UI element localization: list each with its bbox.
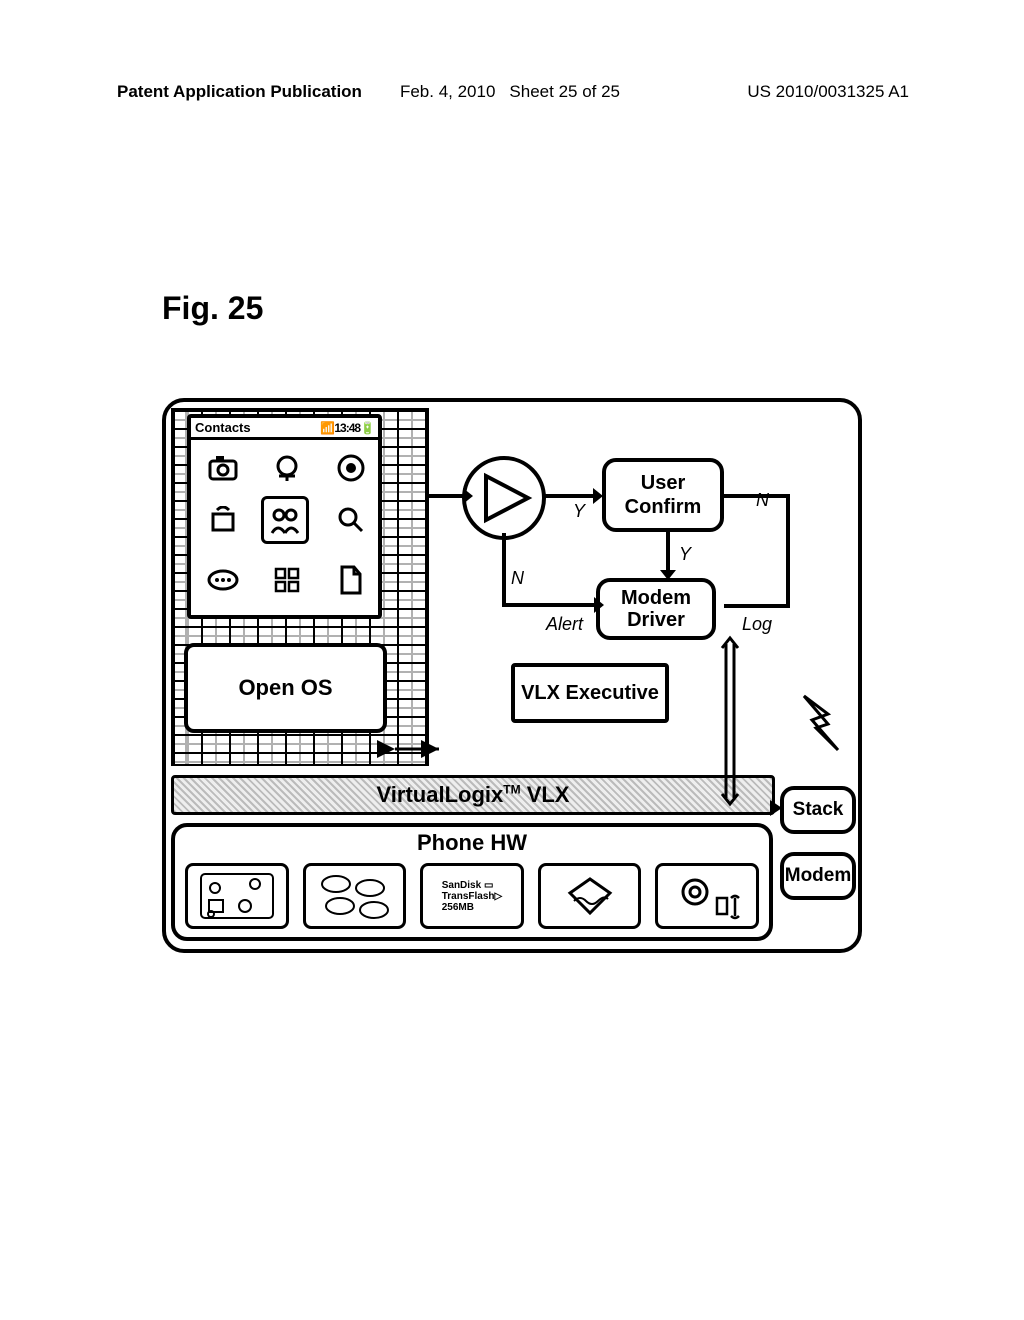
edge-log: Log [742, 614, 772, 635]
sheet-label: Sheet 25 of 25 [509, 82, 620, 102]
hw-keypad-icon [303, 863, 407, 929]
hw-camera-lens-icon [655, 863, 759, 929]
decision-triangle-icon [462, 456, 546, 540]
contacts-icon [261, 496, 309, 544]
phone-hw-title: Phone HW [175, 830, 769, 856]
modem-label: Modem [785, 865, 852, 887]
vlx-executive-label: VLX Executive [521, 682, 659, 704]
patent-number: US 2010/0031325 A1 [747, 82, 909, 102]
edge-alert: Alert [546, 614, 583, 635]
user-confirm-box: User Confirm [602, 458, 724, 532]
wireless-lightning-icon [798, 694, 844, 754]
figure-number: Fig. 25 [162, 290, 263, 327]
modem-driver-label: Modem Driver [600, 587, 712, 631]
edge-N-amp: N [511, 568, 524, 589]
modem-driver-box: Modem Driver [596, 578, 716, 640]
apps-grid-icon [269, 562, 305, 598]
date-label: Feb. 4, 2010 [400, 82, 495, 102]
arrow-modemdriver-to-stack-icon [718, 638, 742, 806]
hw-chip-icon [538, 863, 642, 929]
hw-sandisk-icon: SanDisk ▭ TransFlash▷ 256MB [420, 863, 524, 929]
vlx-text: VirtualLogixTM VLX [377, 782, 570, 808]
page-header: Patent Application Publication Feb. 4, 2… [0, 82, 1024, 102]
puzzle-icon [205, 502, 241, 538]
status-bar: Contacts 📶13:48🔋 [191, 418, 378, 440]
vlx-executive-box: VLX Executive [511, 663, 669, 723]
arrow-vlx-to-stack-icon [770, 798, 786, 818]
open-os-box: Open OS [184, 643, 387, 733]
camera-icon [205, 450, 241, 486]
publication-label: Patent Application Publication [117, 82, 362, 102]
app-icon-grid [191, 440, 378, 617]
radio-icon [205, 562, 241, 598]
open-os-label: Open OS [238, 675, 332, 701]
globe-icon [269, 450, 305, 486]
modem-box: Modem [780, 852, 856, 900]
openos-vlxexec-arrow-icon [387, 738, 447, 760]
vlx-hypervisor-layer: VirtualLogixTM VLX [171, 775, 775, 815]
edge-N-right: N [756, 490, 769, 511]
stack-box: Stack [780, 786, 856, 834]
arrow-openos-to-amp-icon [427, 484, 473, 508]
document-icon [333, 562, 369, 598]
stack-label: Stack [793, 799, 844, 821]
phone-hardware-box: Phone HW SanDisk ▭ TransFlash▷ 256MB [171, 823, 773, 941]
disc-icon [333, 450, 369, 486]
user-confirm-label: User Confirm [606, 471, 720, 519]
edge-Y-down: Y [679, 544, 691, 565]
search-icon [333, 502, 369, 538]
edge-Y-amp: Y [573, 501, 585, 522]
status-title: Contacts [195, 420, 251, 435]
phone-screen: Contacts 📶13:48🔋 [187, 414, 382, 619]
arrow-userconfirm-to-modemdriver-icon [658, 532, 678, 582]
status-time: 📶13:48🔋 [320, 421, 374, 435]
hw-pcb-icon [185, 863, 289, 929]
diagram: Contacts 📶13:48🔋 Open OS VirtualLogixTM … [162, 398, 862, 953]
